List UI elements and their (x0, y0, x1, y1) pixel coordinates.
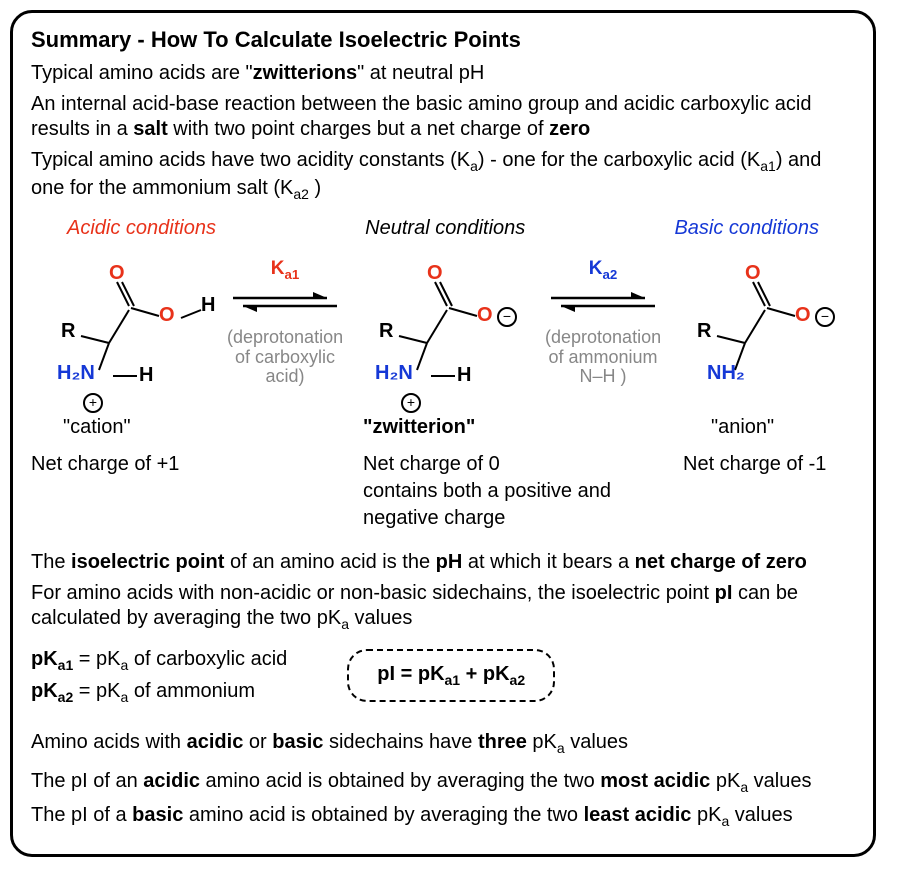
title: Summary - How To Calculate Isoelectric P… (31, 27, 855, 53)
minus-icon: − (815, 307, 835, 327)
plus-icon: + (401, 393, 421, 413)
reaction-diagram: O O H R H₂N H + Ka1 (deprotonation of ca… (31, 258, 855, 408)
acidic-conditions-label: Acidic conditions (67, 217, 216, 240)
molecule-cation: O O H R H₂N H + (31, 258, 221, 408)
zwitterion-labels: "zwitterion" Net charge of 0 contains bo… (363, 414, 683, 532)
equilibrium-arrow-icon (227, 286, 343, 316)
para-isoelectric: The isoelectric point of an amino acid i… (31, 550, 855, 575)
para-pI-calc: For amino acids with non-acidic or non-b… (31, 581, 855, 634)
molecule-zwitterion: O O − R H₂N H + (349, 258, 539, 408)
equilibrium-arrow-icon (545, 286, 661, 316)
pI-formula-box: pI = pKa1 + pKa2 (347, 649, 555, 702)
formula-row: pKa1 = pKa of carboxylic acid pKa2 = pKa… (31, 644, 855, 708)
equilibrium-2: Ka2 (deprotonation of ammonium N–H ) (545, 258, 661, 387)
basic-conditions-label: Basic conditions (674, 217, 819, 240)
cation-labels: "cation" Net charge of +1 (31, 414, 363, 532)
conditions-row: Acidic conditions Neutral conditions Bas… (31, 217, 855, 240)
para-3: Typical amino acids have two acidity con… (31, 148, 855, 203)
para-three-pka: Amino acids with acidic or basic sidecha… (31, 730, 855, 758)
molecule-anion: O O − R NH₂ (667, 258, 837, 408)
neutral-conditions-label: Neutral conditions (365, 217, 525, 240)
summary-card: Summary - How To Calculate Isoelectric P… (10, 10, 876, 857)
equilibrium-1: Ka1 (deprotonation of carboxylic acid) (227, 258, 343, 387)
para-1: Typical amino acids are "zwitterions" at… (31, 61, 855, 86)
para-2: An internal acid-base reaction between t… (31, 92, 855, 142)
minus-icon: − (497, 307, 517, 327)
para-basic-rule: The pI of a basic amino acid is obtained… (31, 803, 855, 831)
para-acidic-rule: The pI of an acidic amino acid is obtain… (31, 769, 855, 797)
pka-definitions: pKa1 = pKa of carboxylic acid pKa2 = pKa… (31, 644, 287, 708)
plus-icon: + (83, 393, 103, 413)
species-labels-row: "cation" Net charge of +1 "zwitterion" N… (31, 414, 855, 532)
anion-labels: "anion" Net charge of -1 (683, 414, 855, 532)
